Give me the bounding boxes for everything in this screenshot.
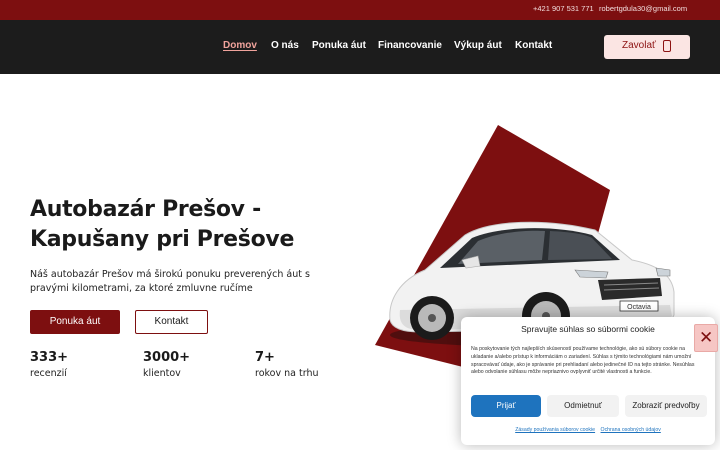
car-plate-text: Octavia	[627, 304, 651, 311]
cookie-title: Spravujte súhlas so súbormi cookie	[521, 324, 655, 334]
contact-button[interactable]: Kontakt	[135, 310, 208, 334]
nav-item-vykup-aut[interactable]: Výkup áut	[454, 40, 502, 51]
topbar-email[interactable]: robertgdula30@gmail.com	[599, 4, 687, 13]
cookie-preferences-button[interactable]: Zobraziť predvoľby	[625, 395, 707, 417]
stat-reviews-value: 333+	[30, 350, 69, 365]
nav-item-o-nas[interactable]: O nás	[271, 40, 299, 51]
main-navbar: Domov O nás Ponuka áut Financovanie Výku…	[0, 20, 720, 74]
call-button[interactable]: Zavolať	[604, 35, 690, 59]
cookie-deny-button[interactable]: Odmietnuť	[547, 395, 619, 417]
nav-item-domov[interactable]: Domov	[223, 40, 257, 51]
rear-wheel	[410, 296, 454, 340]
cookie-policy-link[interactable]: Zásady používania súborov cookie	[515, 427, 595, 433]
stat-reviews: 333+ recenzií	[30, 350, 68, 379]
top-contact-bar: +421 907 531 771 robertgdula30@gmail.com	[0, 0, 720, 20]
hero-title-line1: Autobazár Prešov -	[30, 197, 261, 222]
close-icon: ✕	[699, 328, 714, 348]
phone-icon	[663, 40, 671, 52]
cookie-close-button[interactable]: ✕	[694, 324, 718, 352]
nav-item-financovanie[interactable]: Financovanie	[378, 40, 442, 51]
stat-clients-value: 3000+	[143, 350, 191, 365]
cookie-accept-button[interactable]: Prijať	[471, 395, 541, 417]
cookie-description: Na poskytovanie tých najlepších skúsenos…	[471, 346, 695, 376]
hero-title-line2: Kapušany pri Prešove	[30, 227, 295, 252]
stat-clients-label: klientov	[143, 368, 181, 379]
stat-clients: 3000+ klientov	[143, 350, 190, 379]
hero-title: Autobazár Prešov - Kapušany pri Prešove	[30, 195, 350, 255]
cookie-consent-dialog: Spravujte súhlas so súbormi cookie Na po…	[461, 317, 715, 445]
stat-reviews-label: recenzií	[30, 368, 67, 379]
stat-years-value: 7+	[255, 350, 275, 365]
hero-subtitle: Náš autobazár Prešov má širokú ponuku pr…	[30, 269, 310, 294]
call-button-label: Zavolať	[622, 40, 656, 51]
nav-item-kontakt[interactable]: Kontakt	[515, 40, 552, 51]
offer-cars-button[interactable]: Ponuka áut	[30, 310, 120, 334]
stat-years-label: rokov na trhu	[255, 368, 319, 379]
nav-item-ponuka-aut[interactable]: Ponuka áut	[312, 40, 366, 51]
privacy-policy-link[interactable]: Ochrana osobných údajov	[601, 427, 661, 433]
topbar-phone[interactable]: +421 907 531 771	[533, 4, 594, 13]
cookie-links: Zásady používania súborov cookie Ochrana…	[461, 427, 715, 433]
stat-years: 7+ rokov na trhu	[255, 350, 319, 379]
